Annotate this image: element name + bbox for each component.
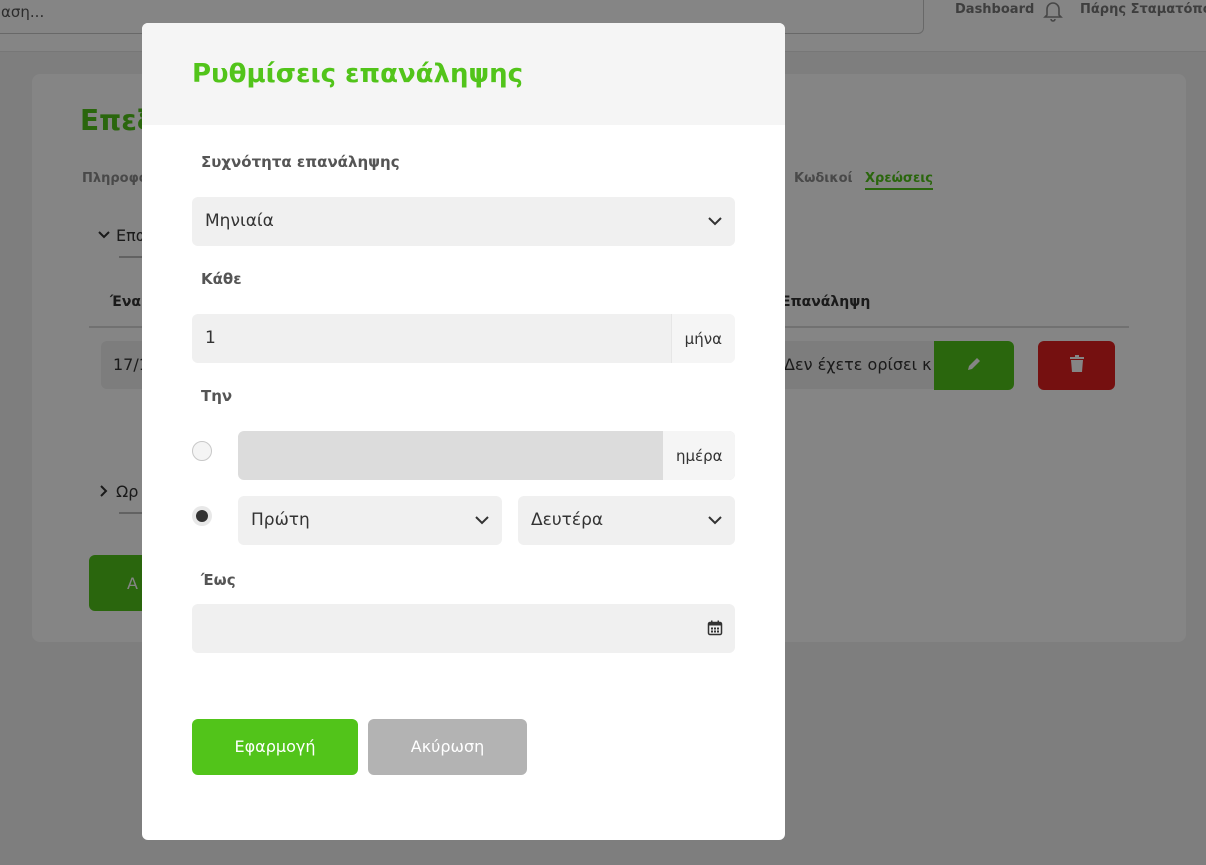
ordinal-select[interactable]: Πρώτη xyxy=(238,496,502,545)
weekday-select[interactable]: Δευτέρα xyxy=(518,496,735,545)
every-input[interactable]: 1 xyxy=(205,328,216,348)
modal-header: Ρυθμίσεις επανάληψης xyxy=(142,23,785,125)
day-input-group: ημέρα xyxy=(238,431,735,480)
chevron-down-icon xyxy=(707,512,723,528)
frequency-select[interactable]: Μηνιαία xyxy=(192,197,735,246)
frequency-label: Συχνότητα επανάληψης xyxy=(201,153,400,171)
chevron-down-icon xyxy=(707,213,723,229)
day-radio[interactable] xyxy=(192,441,212,461)
day-unit: ημέρα xyxy=(663,431,735,480)
modal-title: Ρυθμίσεις επανάληψης xyxy=(192,59,524,89)
weekday-radio[interactable] xyxy=(192,506,212,526)
until-label: Έως xyxy=(201,571,236,589)
apply-button[interactable]: Εφαρμογή xyxy=(192,719,358,775)
calendar-icon[interactable] xyxy=(707,620,723,636)
until-date-input[interactable] xyxy=(192,604,735,653)
every-label: Κάθε xyxy=(201,270,242,288)
every-unit: μήνα xyxy=(670,314,735,363)
cancel-button[interactable]: Ακύρωση xyxy=(368,719,527,775)
chevron-down-icon xyxy=(474,512,490,528)
on-label: Την xyxy=(201,387,233,405)
weekday-value: Δευτέρα xyxy=(531,510,604,530)
ordinal-value: Πρώτη xyxy=(251,510,310,530)
every-input-group: 1 μήνα xyxy=(192,314,735,363)
frequency-value: Μηνιαία xyxy=(205,211,274,231)
repeat-settings-modal: Ρυθμίσεις επανάληψης Συχνότητα επανάληψη… xyxy=(142,23,785,840)
